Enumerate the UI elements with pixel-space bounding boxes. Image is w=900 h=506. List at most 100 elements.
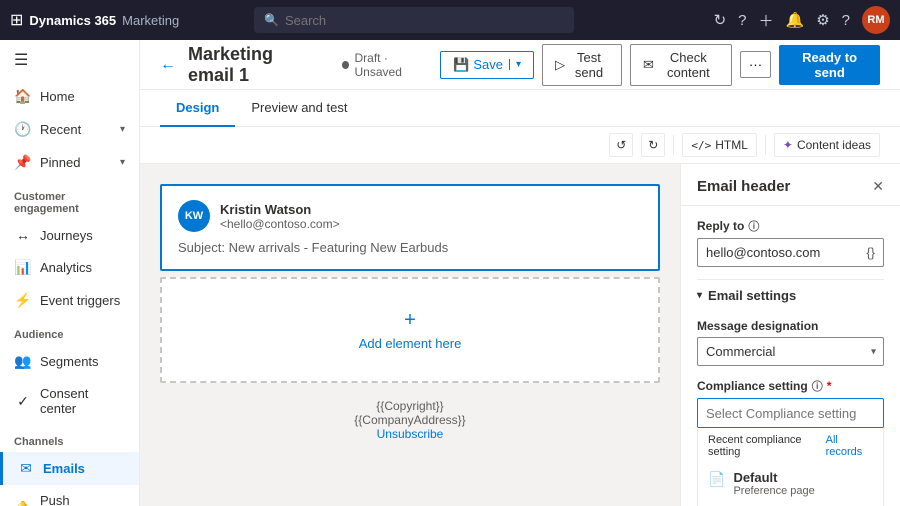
sidebar: ☰ 🏠 Home 🕐 Recent ▾ 📌 Pinned ▾ Customer … — [0, 40, 140, 506]
message-designation-label: Message designation — [697, 319, 884, 333]
refresh-icon[interactable]: ↻ — [714, 11, 727, 29]
tab-preview-test[interactable]: Preview and test — [235, 90, 363, 127]
subject-prefix: Subject: — [178, 240, 225, 255]
test-send-label: Test send — [569, 50, 609, 80]
content-ideas-label: Content ideas — [797, 138, 871, 152]
sidebar-item-label: Pinned — [40, 155, 112, 170]
avatar[interactable]: RM — [862, 6, 890, 34]
subject-text: New arrivals - Featuring New Earbuds — [229, 240, 449, 255]
more-icon: ··· — [749, 57, 762, 72]
compliance-item-default[interactable]: 📄 Default Preference page — [698, 464, 883, 503]
message-designation-select-wrap: Commercial Transactional ▾ — [697, 337, 884, 366]
section-audience: Audience — [0, 317, 139, 345]
unsubscribe-link[interactable]: Unsubscribe — [377, 427, 444, 441]
add-element-area[interactable]: + Add element here — [160, 277, 660, 383]
html-button[interactable]: </> HTML — [682, 133, 757, 157]
consent-icon: ✓ — [14, 393, 32, 410]
reply-to-label: Reply to ⓘ — [697, 218, 884, 234]
email-settings-toggle[interactable]: ▾ Email settings — [697, 279, 884, 311]
topbar-icons: ↻ ? ＋ 🔔 ⚙ ? RM — [714, 6, 890, 34]
notification-icon[interactable]: 🔔 — [786, 11, 805, 29]
sidebar-item-analytics[interactable]: 📊 Analytics — [0, 251, 139, 284]
sender-name: Kristin Watson — [220, 202, 340, 217]
redo-button[interactable]: ↻ — [641, 133, 665, 157]
status-dot — [342, 61, 349, 69]
add-element-text[interactable]: Add element here — [359, 336, 462, 351]
back-button[interactable]: ← — [160, 56, 176, 74]
more-button[interactable]: ··· — [740, 51, 771, 78]
compliance-search-wrap: 🔍 — [697, 398, 884, 428]
reply-to-input[interactable] — [706, 245, 866, 260]
save-button[interactable]: 💾 Save ▾ — [440, 51, 534, 79]
compliance-item-sub: Preference page — [733, 485, 814, 497]
home-icon: 🏠 — [14, 88, 32, 105]
reply-to-input-wrap[interactable]: {} — [697, 238, 884, 267]
message-designation-field: Message designation Commercial Transacti… — [697, 319, 884, 366]
footer-address: {{CompanyAddress}} — [170, 413, 650, 427]
editor-canvas: KW Kristin Watson <hello@contoso.com> Su… — [140, 164, 680, 506]
toolbar-divider-2 — [765, 135, 766, 155]
hamburger-icon[interactable]: ☰ — [0, 40, 139, 80]
sidebar-item-event-triggers[interactable]: ⚡ Event triggers — [0, 284, 139, 317]
footer-copyright: {{Copyright}} — [170, 399, 650, 413]
check-content-button[interactable]: ✉ Check content — [630, 44, 732, 86]
settings-icon[interactable]: ⚙ — [816, 11, 829, 29]
content-ideas-icon: ✦ — [783, 138, 793, 152]
save-chevron-icon[interactable]: ▾ — [509, 59, 521, 70]
test-send-button[interactable]: ▷ Test send — [542, 44, 622, 86]
search-bar[interactable]: 🔍 — [254, 7, 574, 33]
redo-icon: ↻ — [648, 138, 658, 152]
compliance-item-icon: 📄 — [708, 471, 725, 488]
help-icon[interactable]: ? — [842, 12, 850, 29]
tab-design[interactable]: Design — [160, 90, 235, 127]
page-header: ← Marketing email 1 Draft · Unsaved 💾 Sa… — [140, 40, 900, 90]
sidebar-item-push-notifications[interactable]: 🔔 Push notifications — [0, 485, 139, 506]
html-label: HTML — [715, 138, 748, 152]
reply-to-info-icon[interactable]: ⓘ — [748, 218, 759, 234]
undo-button[interactable]: ↺ — [609, 133, 633, 157]
sidebar-item-journeys[interactable]: ↔ Journeys — [0, 219, 139, 251]
event-triggers-icon: ⚡ — [14, 292, 32, 309]
panel-body: Reply to ⓘ {} ▾ Email settings — [681, 206, 900, 506]
compliance-dropdown-header: Recent compliance setting All records — [698, 428, 883, 464]
email-settings-label: Email settings — [708, 288, 796, 303]
email-subject: Subject: New arrivals - Featuring New Ea… — [178, 240, 642, 255]
page-title: Marketing email 1 — [188, 44, 322, 86]
waffle-icon[interactable]: ⊞ — [10, 10, 23, 30]
status-text: Draft · Unsaved — [355, 51, 429, 79]
sidebar-item-emails[interactable]: ✉ Emails — [0, 452, 139, 485]
search-icon: 🔍 — [264, 13, 279, 27]
compliance-info-icon[interactable]: ⓘ — [812, 378, 823, 394]
sidebar-item-label: Event triggers — [40, 293, 125, 308]
close-button[interactable]: ✕ — [872, 178, 884, 195]
sidebar-item-home[interactable]: 🏠 Home — [0, 80, 139, 113]
sidebar-item-pinned[interactable]: 📌 Pinned ▾ — [0, 146, 139, 179]
journeys-icon: ↔ — [14, 227, 32, 243]
sidebar-item-label: Analytics — [40, 260, 125, 275]
search-input[interactable] — [285, 13, 564, 28]
toolbar-divider — [673, 135, 674, 155]
compliance-item-info: Default Preference page — [733, 470, 814, 497]
compliance-setting-field: Compliance setting ⓘ * 🔍 Recent complian… — [697, 378, 884, 506]
sidebar-item-label: Consent center — [40, 386, 125, 416]
topbar-logo: ⊞ Dynamics 365 Marketing — [10, 10, 179, 30]
sender-info: Kristin Watson <hello@contoso.com> — [220, 202, 340, 231]
compliance-search-input[interactable] — [698, 400, 884, 427]
reply-to-field: Reply to ⓘ {} — [697, 218, 884, 267]
ready-to-send-button[interactable]: Ready to send — [779, 45, 880, 85]
add-element-plus-icon[interactable]: + — [404, 309, 416, 332]
sidebar-item-label: Emails — [43, 461, 125, 476]
all-records-link[interactable]: All records — [826, 434, 873, 458]
sidebar-item-consent-center[interactable]: ✓ Consent center — [0, 378, 139, 424]
email-header-card[interactable]: KW Kristin Watson <hello@contoso.com> Su… — [160, 184, 660, 271]
message-designation-select[interactable]: Commercial Transactional — [697, 337, 884, 366]
content-ideas-button[interactable]: ✦ Content ideas — [774, 133, 880, 157]
header-actions: 💾 Save ▾ ▷ Test send ✉ Check content ···… — [440, 44, 880, 86]
question-icon[interactable]: ? — [738, 12, 746, 29]
topbar: ⊞ Dynamics 365 Marketing 🔍 ↻ ? ＋ 🔔 ⚙ ? R… — [0, 0, 900, 40]
add-icon[interactable]: ＋ — [758, 10, 773, 31]
sidebar-item-label: Home — [40, 89, 125, 104]
html-icon: </> — [691, 139, 711, 152]
sidebar-item-recent[interactable]: 🕐 Recent ▾ — [0, 113, 139, 146]
sidebar-item-segments[interactable]: 👥 Segments — [0, 345, 139, 378]
